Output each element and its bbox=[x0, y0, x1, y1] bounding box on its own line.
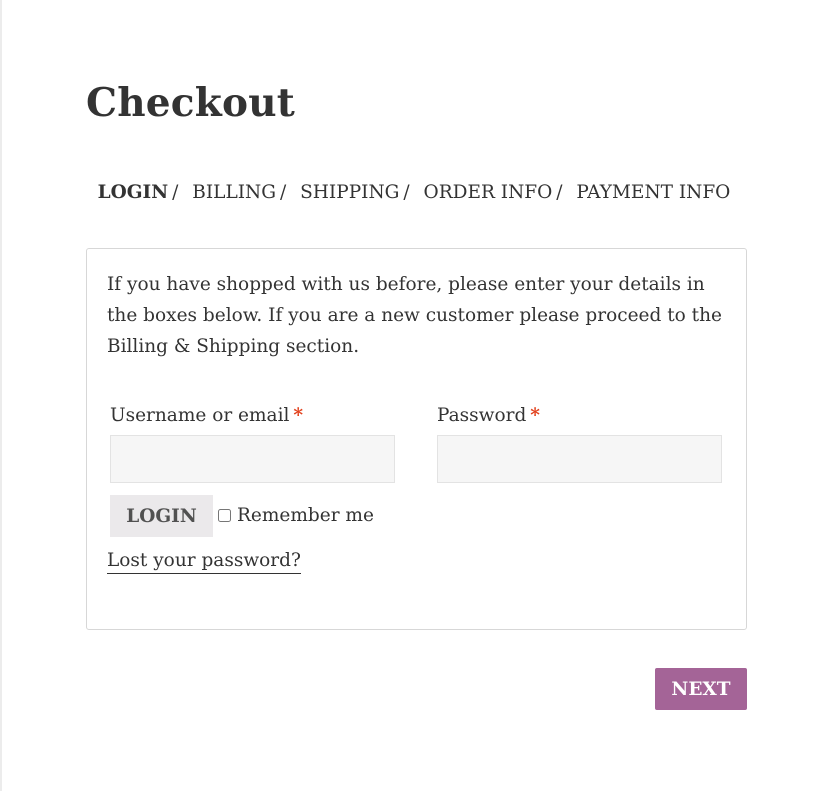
remember-me-checkbox[interactable] bbox=[218, 509, 231, 522]
step-billing[interactable]: BILLING bbox=[192, 182, 276, 203]
next-button[interactable]: NEXT bbox=[655, 668, 747, 710]
step-separator: / bbox=[403, 182, 410, 203]
password-label: Password * bbox=[437, 405, 540, 426]
remember-me[interactable]: Remember me bbox=[218, 505, 374, 526]
username-label-text: Username or email bbox=[110, 405, 290, 426]
step-login[interactable]: LOGIN bbox=[98, 182, 169, 203]
step-payment-info[interactable]: PAYMENT INFO bbox=[576, 182, 730, 203]
checkout-page: Checkout LOGIN / BILLING / SHIPPING / ORDER… bbox=[0, 0, 824, 791]
username-input[interactable] bbox=[110, 435, 395, 483]
step-order-info[interactable]: ORDER INFO bbox=[424, 182, 553, 203]
login-button[interactable]: LOGIN bbox=[110, 495, 213, 537]
password-label-text: Password bbox=[437, 405, 527, 426]
password-input[interactable] bbox=[437, 435, 722, 483]
username-label: Username or email * bbox=[110, 405, 303, 426]
remember-me-label: Remember me bbox=[237, 505, 374, 526]
lost-password-link[interactable]: Lost your password? bbox=[107, 549, 301, 574]
login-intro-text: If you have shopped with us before, plea… bbox=[107, 274, 722, 357]
login-form: If you have shopped with us before, plea… bbox=[86, 248, 747, 630]
page-title: Checkout bbox=[86, 80, 295, 126]
step-separator: / bbox=[280, 182, 287, 203]
required-marker: * bbox=[293, 405, 304, 426]
step-separator: / bbox=[172, 182, 179, 203]
step-shipping[interactable]: SHIPPING bbox=[300, 182, 399, 203]
step-separator: / bbox=[556, 182, 563, 203]
checkout-steps: LOGIN / BILLING / SHIPPING / ORDER INFO / PA… bbox=[2, 182, 824, 203]
required-marker: * bbox=[530, 405, 540, 426]
